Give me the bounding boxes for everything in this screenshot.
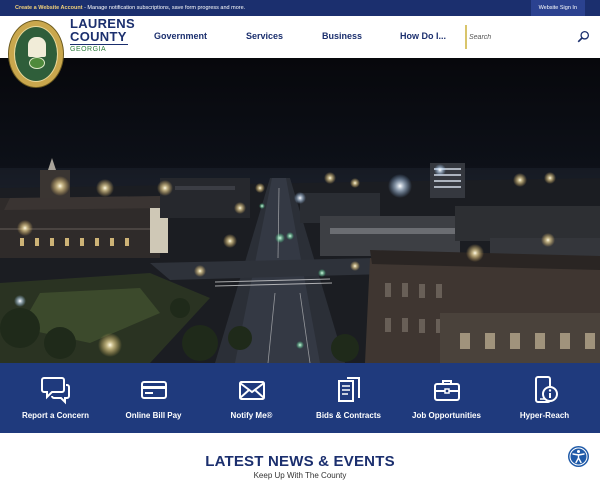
site-header: LAURENS COUNTY GEORGIA Government Servic…: [0, 16, 600, 58]
documents-icon: [338, 377, 360, 402]
night-aerial-town-image: [0, 58, 600, 363]
quick-link-report-concern[interactable]: Report a Concern: [7, 363, 104, 433]
courthouse-emblem: [28, 37, 46, 57]
search-icon[interactable]: [577, 30, 590, 43]
nav-services[interactable]: Services: [246, 31, 283, 41]
website-sign-in-button[interactable]: Website Sign In: [530, 0, 585, 16]
create-account-link[interactable]: Create a Website Account: [15, 5, 83, 11]
latest-news-subtitle: Keep Up With The County: [253, 471, 347, 480]
latest-news-heading: LATEST NEWS & EVENTS: [205, 453, 395, 470]
quick-link-label: Job Opportunities: [412, 411, 481, 420]
chat-bubbles-icon: [41, 377, 70, 405]
envelope-icon: [239, 381, 265, 400]
search-input[interactable]: [469, 29, 577, 45]
brand-state[interactable]: GEORGIA: [70, 46, 106, 53]
brand-name-line2[interactable]: COUNTY: [70, 30, 127, 43]
quick-link-label: Hyper-Reach: [519, 411, 570, 420]
nav-government[interactable]: Government: [154, 31, 207, 41]
quick-link-label: Notify Me®: [230, 411, 273, 420]
quick-link-label: Bids & Contracts: [316, 411, 381, 420]
quick-link-online-bill-pay[interactable]: Online Bill Pay: [105, 363, 202, 433]
phone-alert-icon: [535, 376, 558, 403]
seal-badge: [29, 57, 45, 69]
quick-link-bids-contracts[interactable]: Bids & Contracts: [300, 363, 397, 433]
quick-link-hyper-reach[interactable]: Hyper-Reach: [496, 363, 593, 433]
quick-link-job-opportunities[interactable]: Job Opportunities: [398, 363, 495, 433]
brand-divider: [70, 44, 128, 45]
account-notice-text: - Manage notification subscriptions, sav…: [82, 5, 246, 11]
top-notification-bar: Create a Website Account - Manage notifi…: [0, 0, 600, 16]
briefcase-icon: [434, 380, 460, 401]
credit-card-icon: [141, 381, 167, 399]
quick-link-notify-me[interactable]: Notify Me®: [203, 363, 300, 433]
quick-links-bar: Report a Concern Online Bill Pay Notify …: [0, 363, 600, 433]
county-seal-logo[interactable]: [8, 20, 64, 88]
search-divider: [465, 25, 467, 49]
quick-link-label: Online Bill Pay: [125, 411, 182, 420]
account-notice: Create a Website Account - Manage notifi…: [15, 5, 245, 11]
accessibility-button[interactable]: [568, 446, 589, 467]
seal-emblem: [14, 26, 58, 82]
nav-how-do-i[interactable]: How Do I...: [400, 31, 446, 41]
accessibility-icon: [569, 447, 588, 466]
quick-link-label: Report a Concern: [21, 411, 90, 420]
nav-business[interactable]: Business: [322, 31, 362, 41]
hero-image: [0, 58, 600, 363]
